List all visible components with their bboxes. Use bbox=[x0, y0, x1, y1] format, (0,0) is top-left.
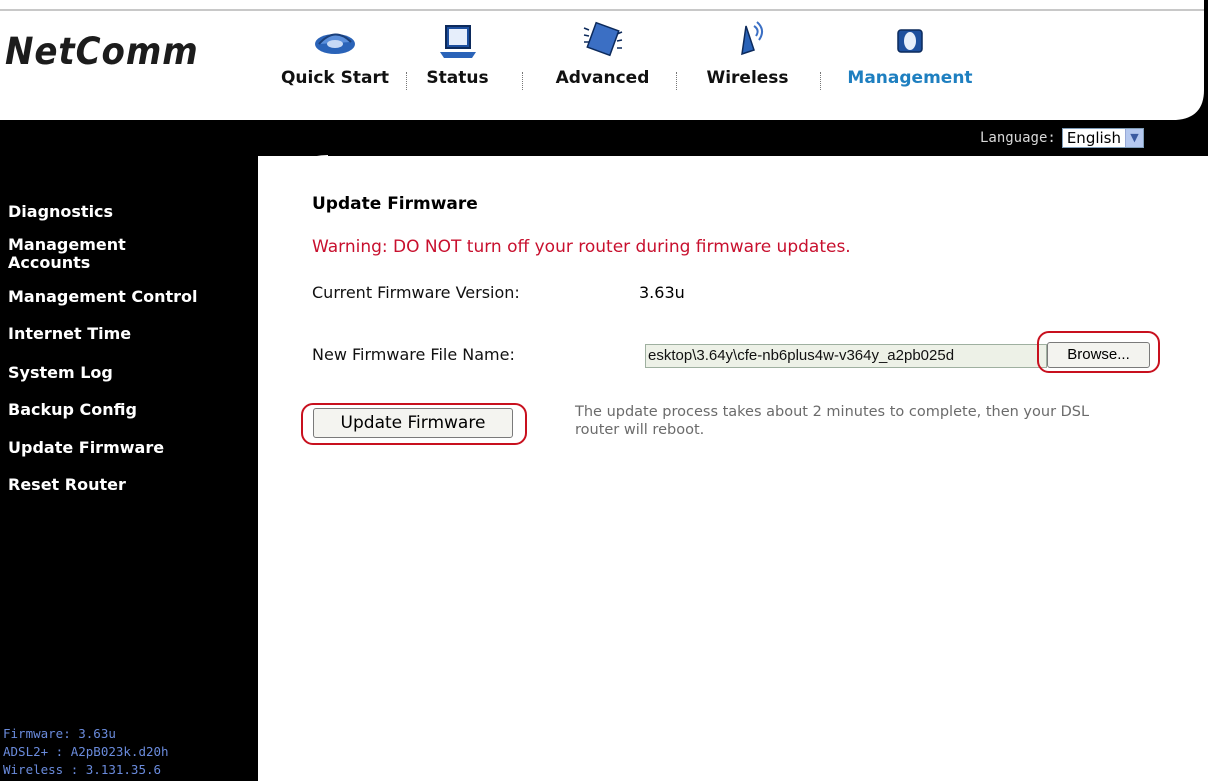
nav-status[interactable]: Status bbox=[410, 20, 505, 100]
nav-label: Wireless bbox=[706, 68, 789, 88]
nav-separator bbox=[676, 72, 677, 90]
current-firmware-label: Current Firmware Version: bbox=[312, 283, 520, 302]
warning-message: Warning: DO NOT turn off your router dur… bbox=[312, 237, 851, 257]
sidebar-item-backup-config[interactable]: Backup Config bbox=[8, 401, 137, 419]
nav-separator bbox=[522, 72, 523, 90]
nav-label: Management bbox=[847, 68, 973, 88]
chip-advanced-icon bbox=[579, 20, 627, 62]
sidebar-item-management-accounts[interactable]: Management Accounts bbox=[8, 236, 126, 272]
new-firmware-label: New Firmware File Name: bbox=[312, 345, 515, 364]
sidebar-item-diagnostics[interactable]: Diagnostics bbox=[8, 203, 113, 221]
language-dropdown[interactable]: English ▼ bbox=[1061, 128, 1144, 148]
nav-management[interactable]: Management bbox=[840, 20, 980, 100]
nav-label: Advanced bbox=[555, 68, 650, 88]
chevron-down-icon[interactable]: ▼ bbox=[1125, 129, 1143, 147]
content-panel-corner bbox=[258, 155, 328, 225]
update-note: The update process takes about 2 minutes… bbox=[575, 404, 1090, 438]
sidebar-item-update-firmware[interactable]: Update Firmware bbox=[8, 439, 164, 457]
header-curve bbox=[1176, 0, 1208, 120]
firmware-file-input[interactable]: esktop\3.64y\cfe-nb6plus4w-v364y_a2pb025… bbox=[645, 344, 1047, 368]
nav-quick-start[interactable]: Quick Start bbox=[270, 20, 400, 100]
top-divider bbox=[0, 9, 1208, 11]
netcomm-logo: NetComm bbox=[5, 30, 199, 73]
wireless-version-info: Wireless : 3.131.35.6 bbox=[3, 762, 162, 777]
nav-wireless[interactable]: Wireless bbox=[695, 20, 800, 100]
update-firmware-button[interactable]: Update Firmware bbox=[313, 408, 513, 438]
management-icon bbox=[886, 20, 934, 62]
page-title: Update Firmware bbox=[312, 194, 478, 214]
language-value: English bbox=[1066, 129, 1121, 147]
language-label: Language: bbox=[979, 130, 1056, 146]
quick-start-icon bbox=[311, 20, 359, 62]
nav-advanced[interactable]: Advanced bbox=[545, 20, 660, 100]
sidebar-item-internet-time[interactable]: Internet Time bbox=[8, 325, 131, 343]
nav-label: Quick Start bbox=[280, 68, 390, 88]
browse-button[interactable]: Browse... bbox=[1047, 342, 1150, 368]
current-firmware-value: 3.63u bbox=[639, 283, 685, 302]
nav-separator bbox=[406, 72, 407, 90]
adsl-version-info: ADSL2+ : A2pB023k.d20h bbox=[3, 744, 169, 759]
language-selector: Language: English ▼ bbox=[980, 128, 1144, 148]
nav-separator bbox=[820, 72, 821, 90]
nav-label: Status bbox=[426, 68, 489, 88]
sidebar-item-reset-router[interactable]: Reset Router bbox=[8, 476, 126, 494]
antenna-wireless-icon bbox=[724, 20, 772, 62]
laptop-status-icon bbox=[434, 20, 482, 62]
firmware-version-info: Firmware: 3.63u bbox=[3, 726, 116, 741]
sidebar-item-system-log[interactable]: System Log bbox=[8, 364, 113, 382]
sidebar-item-management-control[interactable]: Management Control bbox=[8, 288, 197, 306]
